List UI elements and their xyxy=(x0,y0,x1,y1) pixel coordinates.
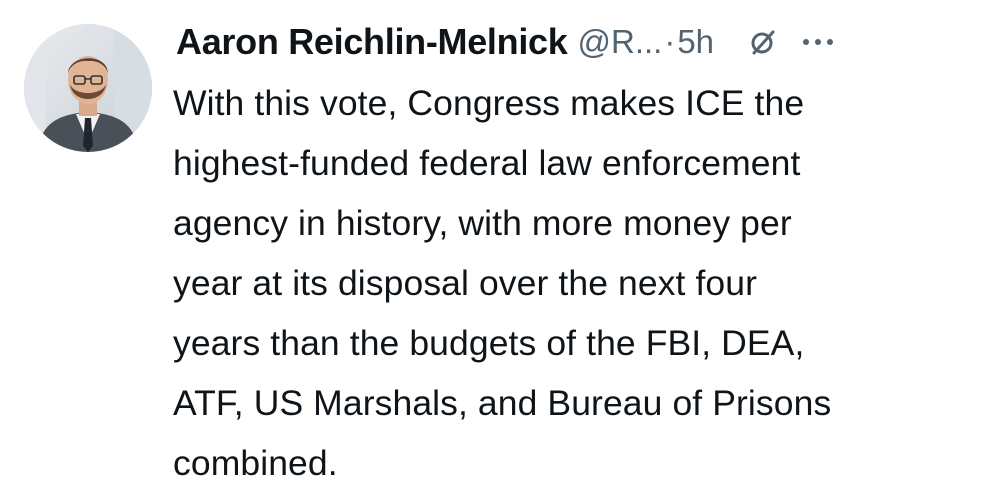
tweet-text-line: years than the budgets of the FBI, DEA, xyxy=(173,323,805,363)
author-name[interactable]: Aaron Reichlin-Melnick xyxy=(176,21,568,63)
tweet-text-line: highest-funded federal law enforcement xyxy=(173,143,801,183)
tweet[interactable]: Aaron Reichlin-Melnick @R... · 5h With t… xyxy=(0,0,1000,483)
profile-photo xyxy=(24,24,152,152)
timestamp[interactable]: 5h xyxy=(677,23,714,61)
author-handle[interactable]: @R... xyxy=(577,23,662,61)
tweet-text-line: ATF, US Marshals, and Bureau of Prisons xyxy=(173,383,832,423)
more-dots-icon[interactable] xyxy=(798,27,838,57)
tweet-text: With this vote, Congress makes ICE the h… xyxy=(173,73,983,493)
tweet-header: Aaron Reichlin-Melnick @R... · 5h xyxy=(176,14,976,70)
tweet-text-line: agency in history, with more money per xyxy=(173,203,792,243)
avatar[interactable] xyxy=(24,24,152,152)
tweet-text-line: year at its disposal over the next four xyxy=(173,263,758,303)
tweet-text-line: combined. xyxy=(173,443,338,483)
tweet-text-line: With this vote, Congress makes ICE the xyxy=(173,83,805,123)
slashed-circle-icon[interactable] xyxy=(748,27,778,57)
separator-dot: · xyxy=(664,23,676,60)
